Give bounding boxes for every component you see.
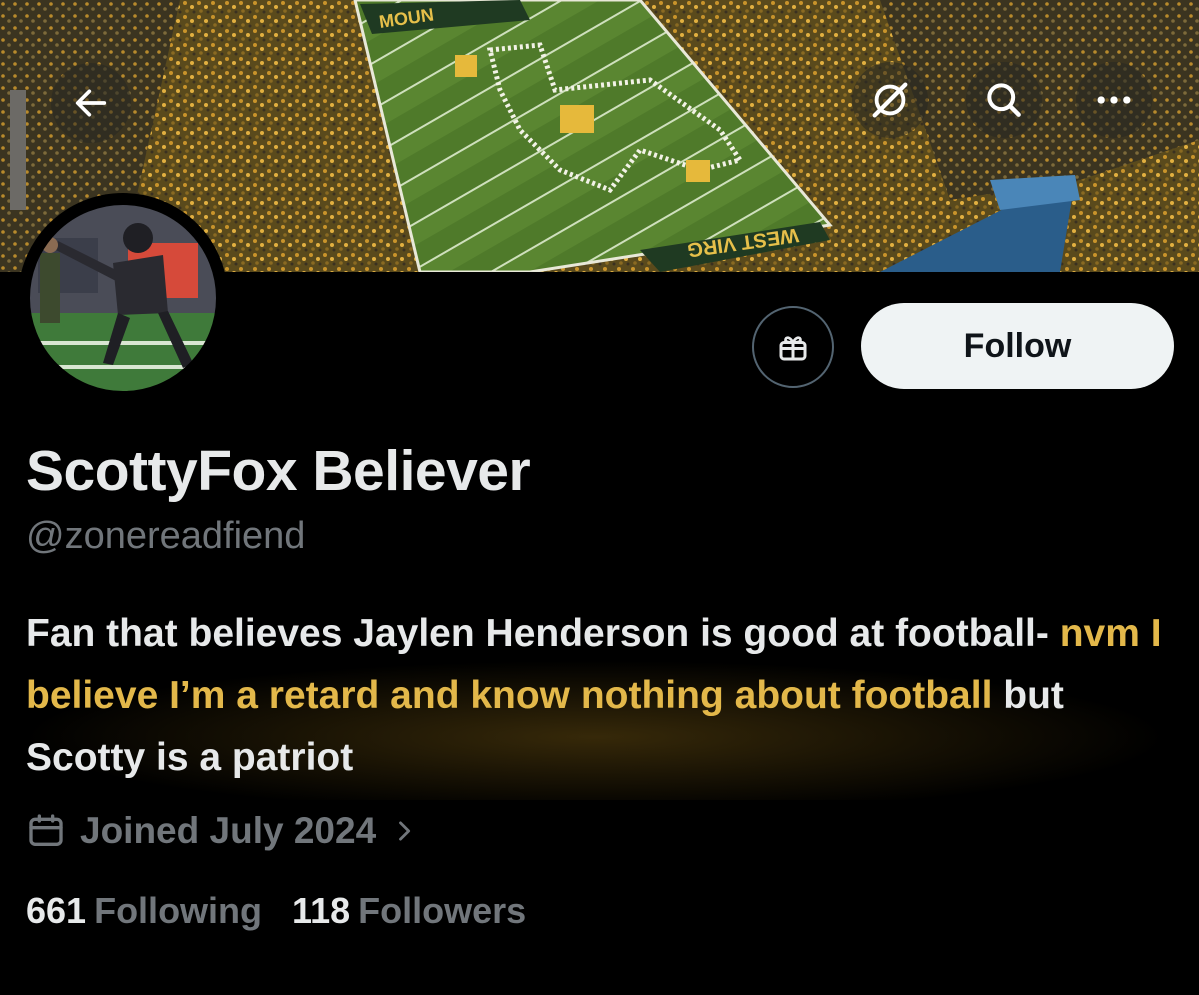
gift-icon bbox=[779, 336, 807, 361]
display-name: ScottyFox Believer bbox=[26, 439, 531, 503]
followers-count: 118 bbox=[292, 890, 351, 931]
followers-label: Followers bbox=[358, 890, 527, 931]
search-icon bbox=[987, 83, 1021, 117]
avatar-image bbox=[24, 199, 222, 397]
search-button[interactable] bbox=[966, 62, 1042, 138]
joined-date[interactable]: Joined July 2024 bbox=[26, 806, 418, 856]
chevron-right-icon bbox=[399, 821, 411, 841]
followers-link[interactable]: 118 Followers bbox=[292, 890, 526, 932]
subscribe-gift-button[interactable] bbox=[752, 306, 834, 388]
following-label: Following bbox=[94, 890, 263, 931]
arrow-left-icon bbox=[75, 89, 107, 117]
following-link[interactable]: 661 Following bbox=[26, 890, 262, 932]
grok-icon bbox=[872, 82, 908, 118]
calendar-icon bbox=[29, 814, 63, 846]
follow-stats: 661 Following 118 Followers bbox=[26, 890, 526, 932]
bio-text-start: Fan that believes Jaylen Henderson is go… bbox=[26, 612, 1049, 655]
joined-label: Joined July 2024 bbox=[80, 810, 377, 851]
follow-button[interactable]: Follow bbox=[861, 303, 1174, 389]
avatar[interactable] bbox=[18, 193, 228, 403]
more-dots-icon bbox=[1097, 96, 1131, 104]
back-button[interactable] bbox=[51, 63, 131, 143]
more-options-button[interactable] bbox=[1076, 62, 1152, 138]
grok-button[interactable] bbox=[852, 62, 928, 138]
following-count: 661 bbox=[26, 890, 87, 931]
bio: Fan that believes Jaylen Henderson is go… bbox=[26, 603, 1176, 789]
handle: @zonereadfiend bbox=[26, 515, 306, 557]
